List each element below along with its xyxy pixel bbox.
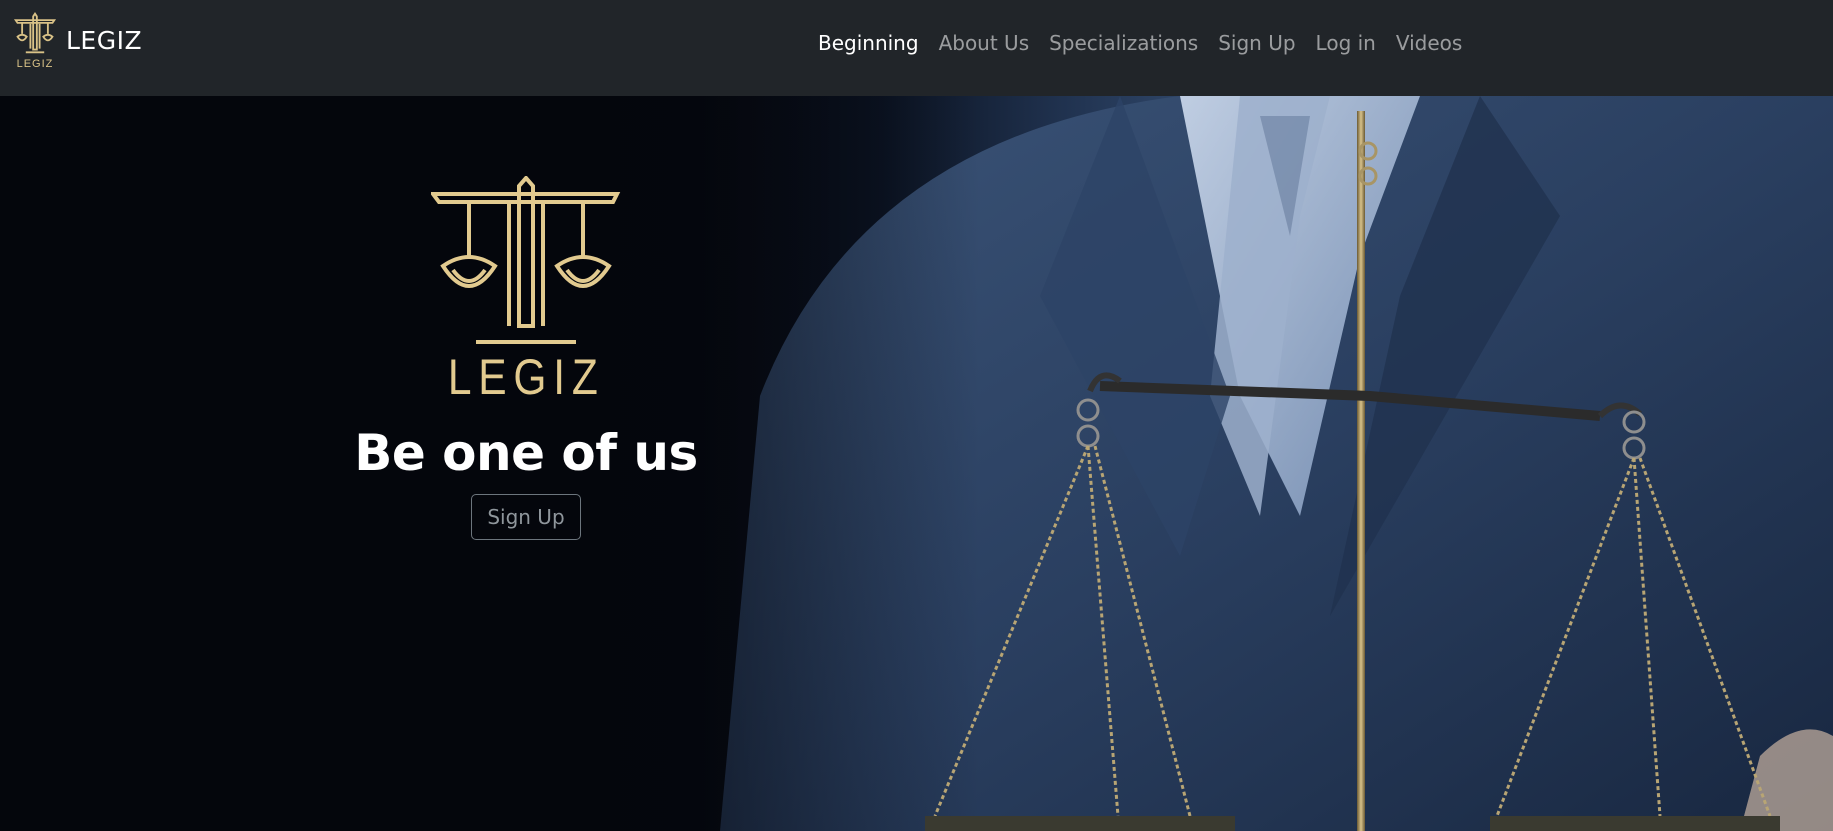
nav-links: Beginning About Us Specializations Sign … [808, 31, 1472, 55]
scales-logo-icon [13, 12, 57, 54]
navbar: LEGIZ LEGIZ Beginning About Us Specializ… [0, 0, 1833, 96]
hero-title: Be one of us [354, 424, 698, 482]
hero-section: LEGIZ Be one of us Sign Up [0, 96, 1833, 831]
brand-logo-text: LEGIZ [16, 58, 54, 70]
hero-sign-up-button[interactable]: Sign Up [471, 494, 581, 540]
nav-item-log-in[interactable]: Log in [1306, 31, 1386, 55]
nav-item-videos[interactable]: Videos [1386, 31, 1472, 55]
hero-logo-text: LEGIZ [447, 349, 605, 405]
nav-item-beginning[interactable]: Beginning [808, 31, 929, 55]
hero-content: LEGIZ Be one of us Sign Up [0, 96, 1052, 540]
scales-logo-icon [431, 176, 621, 344]
brand[interactable]: LEGIZ LEGIZ [12, 10, 142, 74]
brand-name[interactable]: LEGIZ [66, 26, 142, 55]
nav-item-about-us[interactable]: About Us [929, 31, 1040, 55]
nav-item-sign-up[interactable]: Sign Up [1208, 31, 1305, 55]
nav-item-specializations[interactable]: Specializations [1039, 31, 1208, 55]
brand-logo: LEGIZ [12, 10, 58, 74]
